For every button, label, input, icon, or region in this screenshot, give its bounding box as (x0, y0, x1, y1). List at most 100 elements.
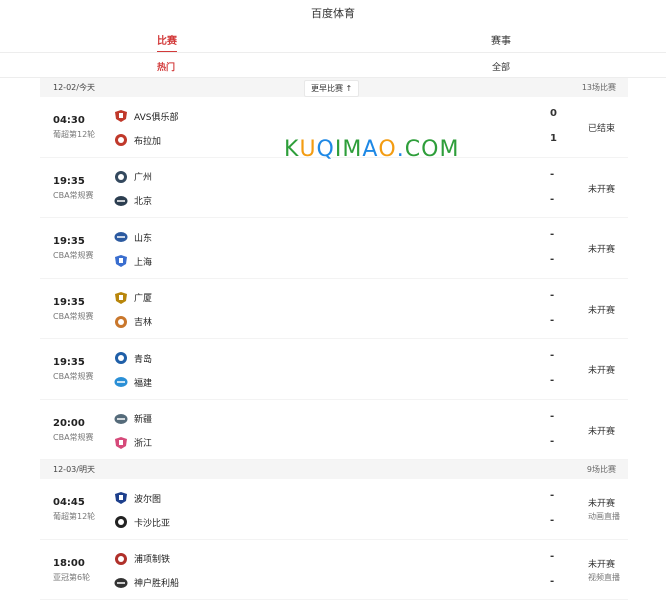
away-score: 1 (550, 133, 557, 144)
home-team-logo-icon (114, 291, 128, 305)
away-team: 北京 (114, 194, 152, 208)
away-team-name: 卡沙比亚 (134, 518, 171, 529)
tab-matches[interactable]: 比赛 (157, 32, 177, 53)
match-row[interactable]: 19:35 CBA常规赛 山东 上海 - - 未开赛 (40, 218, 628, 279)
watermark-letter: A (362, 137, 379, 162)
match-status: 未开赛 (588, 305, 616, 316)
tab-events[interactable]: 赛事 (491, 32, 511, 47)
away-team-logo-icon (114, 515, 128, 529)
match-league: CBA常规赛 (53, 251, 94, 260)
watermark-letter: O (378, 137, 397, 162)
match-league: CBA常规赛 (53, 432, 94, 442)
home-team: 山东 (114, 230, 152, 244)
away-team-name: 上海 (134, 257, 153, 268)
match-league: CBA常规赛 (53, 372, 94, 381)
home-score: 0 (550, 108, 557, 119)
watermark: KUQIMAO.COM (284, 137, 459, 162)
home-team: AVS俱乐部 (114, 109, 178, 123)
home-team-name: 波尔图 (134, 494, 162, 505)
match-status: 未开赛 (588, 184, 616, 195)
watermark-letter: M (342, 137, 363, 162)
away-team: 布拉加 (114, 133, 161, 147)
home-score: - (550, 168, 555, 180)
broadcast-type[interactable]: 动画直播 (588, 511, 620, 522)
away-team: 吉林 (114, 315, 152, 329)
away-team: 卡沙比亚 (114, 515, 170, 529)
match-row[interactable]: 19:35 CBA常规赛 青岛 福建 - - 未开赛 (40, 339, 628, 400)
away-score: - (550, 435, 555, 447)
away-team: 浙江 (114, 436, 152, 450)
home-score: - (550, 289, 555, 301)
home-score: - (550, 490, 555, 501)
home-team: 广厦 (114, 291, 152, 305)
match-status: 未开赛 动画直播 (588, 499, 620, 522)
match-row[interactable]: 04:45 葡超第12轮 波尔图 卡沙比亚 - - 未开赛 动画直播 (40, 479, 628, 540)
home-team-logo-icon (114, 552, 128, 566)
away-team-name: 吉林 (134, 318, 153, 328)
away-score: - (550, 254, 555, 265)
date-label: 12-02/今天 (53, 83, 95, 92)
match-time: 19:35 (53, 296, 85, 308)
home-team: 青岛 (114, 351, 152, 365)
match-status: 未开赛 (588, 245, 616, 255)
home-team: 浦项制铁 (114, 552, 170, 566)
match-league: CBA常规赛 (53, 311, 94, 321)
home-team: 波尔图 (114, 491, 161, 505)
home-team-name: 浦项制铁 (134, 555, 171, 565)
watermark-letter: M (439, 137, 460, 162)
home-team-logo-icon (114, 351, 128, 365)
home-team-name: AVS俱乐部 (134, 112, 179, 123)
earlier-matches-button[interactable]: 更早比赛 ↑ (304, 80, 360, 97)
match-row[interactable]: 18:00 亚冠第6轮 浦项制铁 神户胜利船 - - 未开赛 视频直播 (40, 540, 628, 600)
home-team-logo-icon (114, 170, 128, 184)
main-tab-bar: 比赛 赛事 (0, 28, 666, 53)
away-team-logo-icon (114, 133, 128, 147)
match-count: 13场比赛 (581, 83, 616, 92)
away-team: 上海 (114, 254, 152, 268)
tab-hot[interactable]: 热门 (157, 60, 175, 73)
home-score: - (550, 550, 555, 562)
away-team-logo-icon (114, 194, 128, 208)
date-label: 12-03/明天 (53, 465, 95, 474)
home-team-logo-icon (114, 230, 128, 244)
match-league: 葡超第12轮 (53, 512, 96, 521)
away-team-name: 北京 (134, 197, 153, 207)
away-team: 福建 (114, 375, 152, 389)
watermark-letter: U (299, 137, 317, 162)
away-team-name: 福建 (134, 378, 153, 389)
away-team-name: 神户胜利船 (134, 579, 180, 589)
match-status: 未开赛 视频直播 (588, 559, 620, 583)
match-row[interactable]: 19:35 CBA常规赛 广州 北京 - - 未开赛 (40, 158, 628, 218)
match-league: CBA常规赛 (53, 190, 94, 200)
home-score: - (550, 229, 555, 240)
away-score: - (550, 375, 555, 386)
home-team-logo-icon (114, 491, 128, 505)
match-league: 葡超第12轮 (53, 130, 96, 139)
arrow-up-icon: ↑ (345, 84, 353, 93)
match-status: 未开赛 (588, 426, 616, 437)
away-team: 神户胜利船 (114, 576, 179, 590)
watermark-letter: . (396, 137, 405, 162)
home-team-name: 新疆 (134, 415, 153, 425)
away-team-logo-icon (114, 254, 128, 268)
match-row[interactable]: 20:00 CBA常规赛 新疆 浙江 - - 未开赛 (40, 400, 628, 460)
tab-all[interactable]: 全部 (492, 60, 510, 73)
away-score: - (550, 515, 555, 526)
match-time: 04:30 (53, 115, 85, 126)
away-team-name: 布拉加 (134, 136, 162, 147)
away-team-name: 浙江 (134, 439, 153, 449)
home-team-logo-icon (114, 109, 128, 123)
match-count: 9场比赛 (586, 465, 616, 474)
match-time: 19:35 (53, 175, 85, 187)
match-row[interactable]: 19:35 CBA常规赛 广厦吉林 - - 未开赛 (40, 279, 628, 339)
match-time: 18:00 (53, 557, 85, 569)
home-team-name: 广州 (134, 173, 153, 183)
away-team-logo-icon (114, 375, 128, 389)
away-score: - (550, 314, 555, 326)
home-team-logo-icon (114, 412, 128, 426)
home-team-name: 青岛 (134, 354, 153, 365)
date-bar: 12-02/今天 更早比赛 ↑ 13场比赛 (40, 78, 628, 97)
broadcast-type[interactable]: 视频直播 (588, 572, 620, 583)
away-team-logo-icon (114, 576, 128, 590)
watermark-letter: I (334, 137, 343, 162)
